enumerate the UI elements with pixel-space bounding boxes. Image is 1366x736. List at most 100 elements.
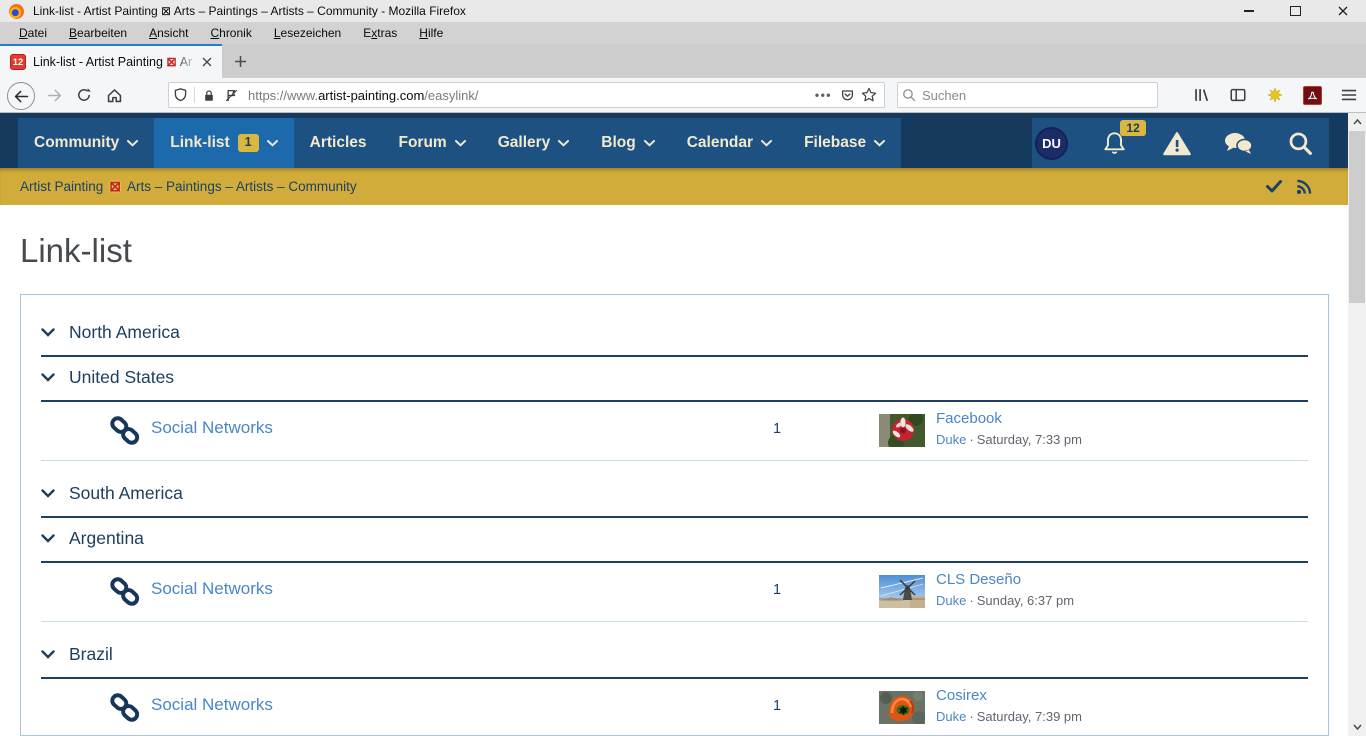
reload-button[interactable] <box>71 82 97 108</box>
category-header-brazil[interactable]: Brazil <box>41 634 1308 679</box>
divider <box>194 87 195 103</box>
vertical-scrollbar[interactable] <box>1348 113 1366 736</box>
page-title: Link-list <box>20 232 132 270</box>
search-input[interactable] <box>920 87 1157 104</box>
pocket-icon[interactable] <box>836 84 858 106</box>
category-header-south-america[interactable]: South America <box>41 473 1308 518</box>
nav-community[interactable]: Community <box>18 118 154 168</box>
author-link[interactable]: Duke <box>936 709 966 724</box>
timestamp: Sunday, 6:37 pm <box>977 593 1074 608</box>
latest-link-info: Cosirex Duke·Saturday, 7:39 pm <box>936 687 1082 724</box>
site-navigation: Community Link-list1 Articles Forum Gall… <box>0 113 1348 168</box>
tab-close-button[interactable] <box>198 53 216 71</box>
link-row-facebook: Social Networks 1 Facebook Duke·Saturday… <box>41 402 1308 461</box>
menu-chronik[interactable]: Chronik <box>199 24 262 42</box>
chat-bubbles-icon <box>1223 130 1253 156</box>
nav-gallery[interactable]: Gallery <box>482 118 586 168</box>
windmill-thumbnail[interactable] <box>879 575 925 608</box>
tracking-shield-icon[interactable] <box>169 84 191 106</box>
sidebar-toggle-icon[interactable] <box>1227 84 1249 106</box>
nav-calendar[interactable]: Calendar <box>671 118 788 168</box>
moderation-button[interactable] <box>1162 128 1192 158</box>
scrollbar-thumb[interactable] <box>1349 131 1365 303</box>
menu-bearbeiten[interactable]: Bearbeiten <box>58 24 138 42</box>
menu-hilfe[interactable]: Hilfe <box>408 24 454 42</box>
url-text[interactable]: https://www.artist-painting.com/easylink… <box>248 88 815 103</box>
nav-filebase[interactable]: Filebase <box>788 118 901 168</box>
home-button[interactable] <box>101 82 127 108</box>
author-link[interactable]: Duke <box>936 432 966 447</box>
maximize-button[interactable] <box>1272 0 1319 22</box>
search-bar[interactable] <box>897 82 1158 108</box>
site-search-button[interactable] <box>1285 128 1315 158</box>
back-arrow-icon <box>13 88 30 105</box>
orange-tulip-thumbnail[interactable] <box>879 691 925 724</box>
firefox-window: Link-list - Artist Painting ⊠ Arts – Pai… <box>0 0 1366 736</box>
scroll-up-arrow[interactable] <box>1348 114 1366 130</box>
minimize-button[interactable] <box>1225 0 1272 22</box>
home-icon <box>106 87 123 104</box>
notifications-button[interactable]: 12 <box>1100 128 1130 158</box>
chain-link-icon <box>109 692 141 729</box>
link-list-count-badge: 1 <box>238 134 259 152</box>
reload-icon <box>76 87 92 103</box>
new-tab-button[interactable] <box>222 44 258 78</box>
user-avatar[interactable]: DU <box>1035 127 1068 160</box>
nav-link-list[interactable]: Link-list1 <box>154 118 293 168</box>
library-icon[interactable] <box>1190 84 1212 106</box>
mark-read-check-icon[interactable] <box>1266 180 1282 193</box>
breadcrumb-actions <box>1266 179 1328 195</box>
nav-articles[interactable]: Articles <box>294 118 383 168</box>
chevron-down-icon <box>41 650 55 659</box>
acrobat-extension-icon[interactable] <box>1301 84 1323 106</box>
category-header-north-america[interactable]: North America <box>41 312 1308 357</box>
conversations-button[interactable] <box>1223 128 1253 158</box>
window-title: Link-list - Artist Painting ⊠ Arts – Pai… <box>33 4 466 18</box>
breadcrumb-site-link[interactable]: Artist Painting <box>20 179 103 194</box>
latest-link-title[interactable]: Cosirex <box>936 687 1082 704</box>
tab-bar: 12 Link-list - Artist Painting ⊠ Ar <box>0 44 1366 78</box>
subcategory-link[interactable]: Social Networks <box>151 418 273 438</box>
page-actions-icon[interactable]: ••• <box>815 88 832 102</box>
chevron-down-icon <box>874 140 885 147</box>
address-bar[interactable]: https://www.artist-painting.com/easylink… <box>168 82 885 108</box>
link-count: 1 <box>766 421 788 437</box>
hamburger-menu-icon[interactable] <box>1338 84 1360 106</box>
author-link[interactable]: Duke <box>936 593 966 608</box>
page-viewport: Community Link-list1 Articles Forum Gall… <box>0 113 1348 736</box>
latest-link-title[interactable]: CLS Deseño <box>936 571 1074 588</box>
bookmark-star-icon[interactable] <box>858 84 880 106</box>
extension-burst-icon[interactable] <box>1264 84 1286 106</box>
back-button[interactable] <box>7 82 35 110</box>
main-menu: Community Link-list1 Articles Forum Gall… <box>18 118 901 168</box>
subcategory-link[interactable]: Social Networks <box>151 579 273 599</box>
red-white-flower-thumbnail[interactable] <box>879 414 925 447</box>
chain-link-icon <box>109 576 141 613</box>
close-button[interactable] <box>1319 0 1366 22</box>
category-header-united-states[interactable]: United States <box>41 357 1308 402</box>
permission-blocked-icon[interactable] <box>220 84 242 106</box>
warning-triangle-icon <box>1162 130 1192 157</box>
search-icon <box>1287 130 1314 157</box>
category-header-argentina[interactable]: Argentina <box>41 518 1308 563</box>
chevron-down-icon <box>41 489 55 498</box>
menu-extras[interactable]: Extras <box>352 24 408 42</box>
forward-button[interactable] <box>41 82 67 108</box>
rss-icon[interactable] <box>1296 179 1312 195</box>
nav-forum[interactable]: Forum <box>383 118 482 168</box>
menu-lesezeichen[interactable]: Lesezeichen <box>263 24 352 42</box>
latest-link-info: CLS Deseño Duke·Sunday, 6:37 pm <box>936 571 1074 608</box>
menu-datei[interactable]: Datei <box>8 24 58 42</box>
latest-link-title[interactable]: Facebook <box>936 410 1082 427</box>
plus-icon <box>234 55 247 68</box>
timestamp: Saturday, 7:33 pm <box>977 432 1082 447</box>
lock-icon[interactable] <box>198 84 220 106</box>
chain-link-icon <box>109 415 141 452</box>
subcategory-link[interactable]: Social Networks <box>151 695 273 715</box>
scroll-down-arrow[interactable] <box>1348 719 1366 735</box>
tab-linklist[interactable]: 12 Link-list - Artist Painting ⊠ Ar <box>0 44 222 78</box>
timestamp: Saturday, 7:39 pm <box>977 709 1082 724</box>
menu-ansicht[interactable]: Ansicht <box>138 24 199 42</box>
toolbar-right-icons <box>1190 82 1360 108</box>
nav-blog[interactable]: Blog <box>585 118 670 168</box>
